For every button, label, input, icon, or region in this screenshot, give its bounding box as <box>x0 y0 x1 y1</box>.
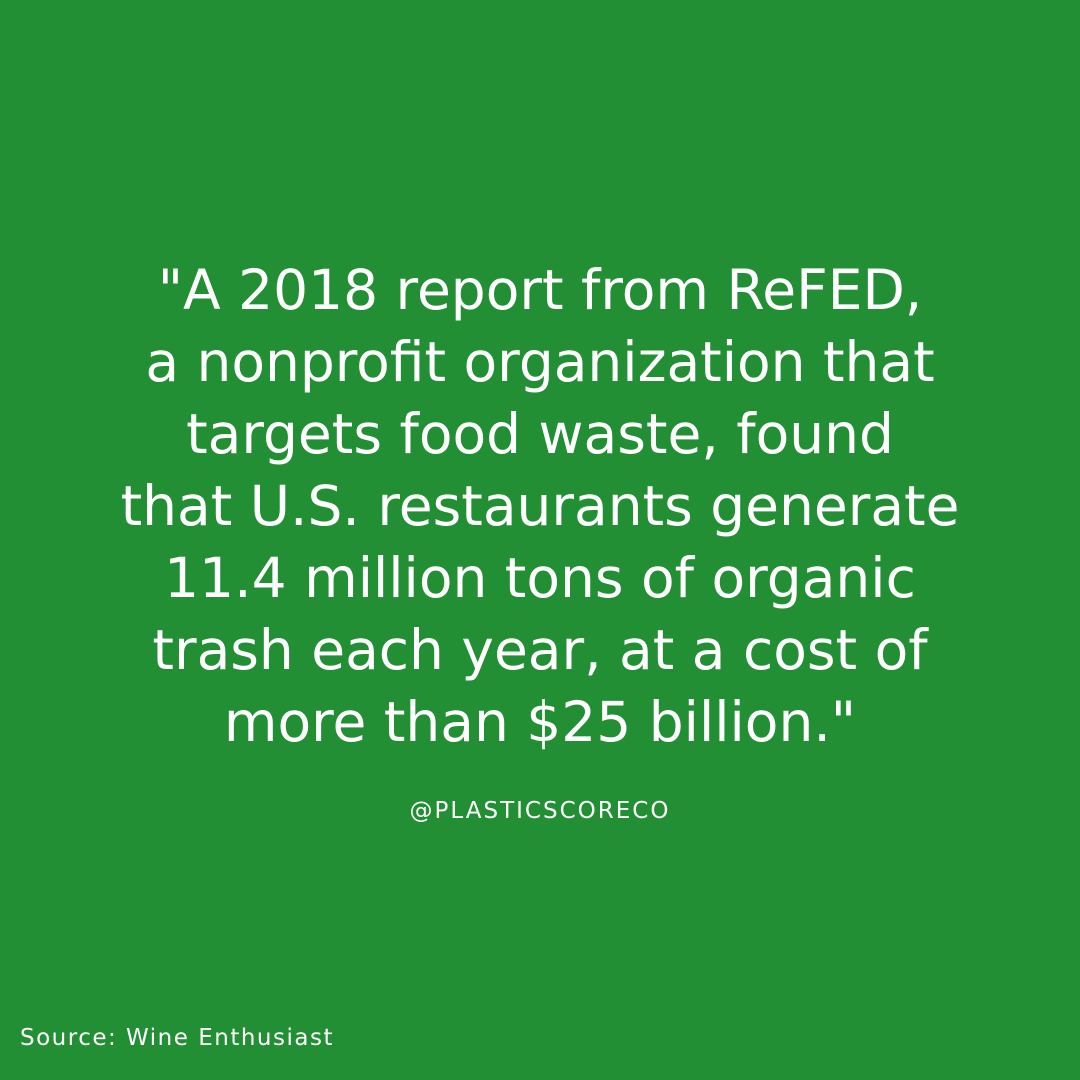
source-credit: Source: Wine Enthusiast <box>20 1025 334 1051</box>
quote-card: "A 2018 report from ReFED, a nonprofit o… <box>0 0 1080 1080</box>
quote-line: more than $25 billion." <box>223 690 857 754</box>
quote-line: trash each year, at a cost of <box>152 618 928 682</box>
quote-line: "A 2018 report from ReFED, <box>157 258 923 322</box>
quote-line: 11.4 million tons of organic <box>164 546 916 610</box>
quote-line: targets food waste, found <box>186 402 894 466</box>
quote-line: that U.S. restaurants generate <box>120 474 960 538</box>
quote-line: a nonprofit organization that <box>145 330 935 394</box>
account-handle: @PLASTICSCORECO <box>409 798 671 824</box>
quote-text: "A 2018 report from ReFED, a nonprofit o… <box>40 254 1040 758</box>
